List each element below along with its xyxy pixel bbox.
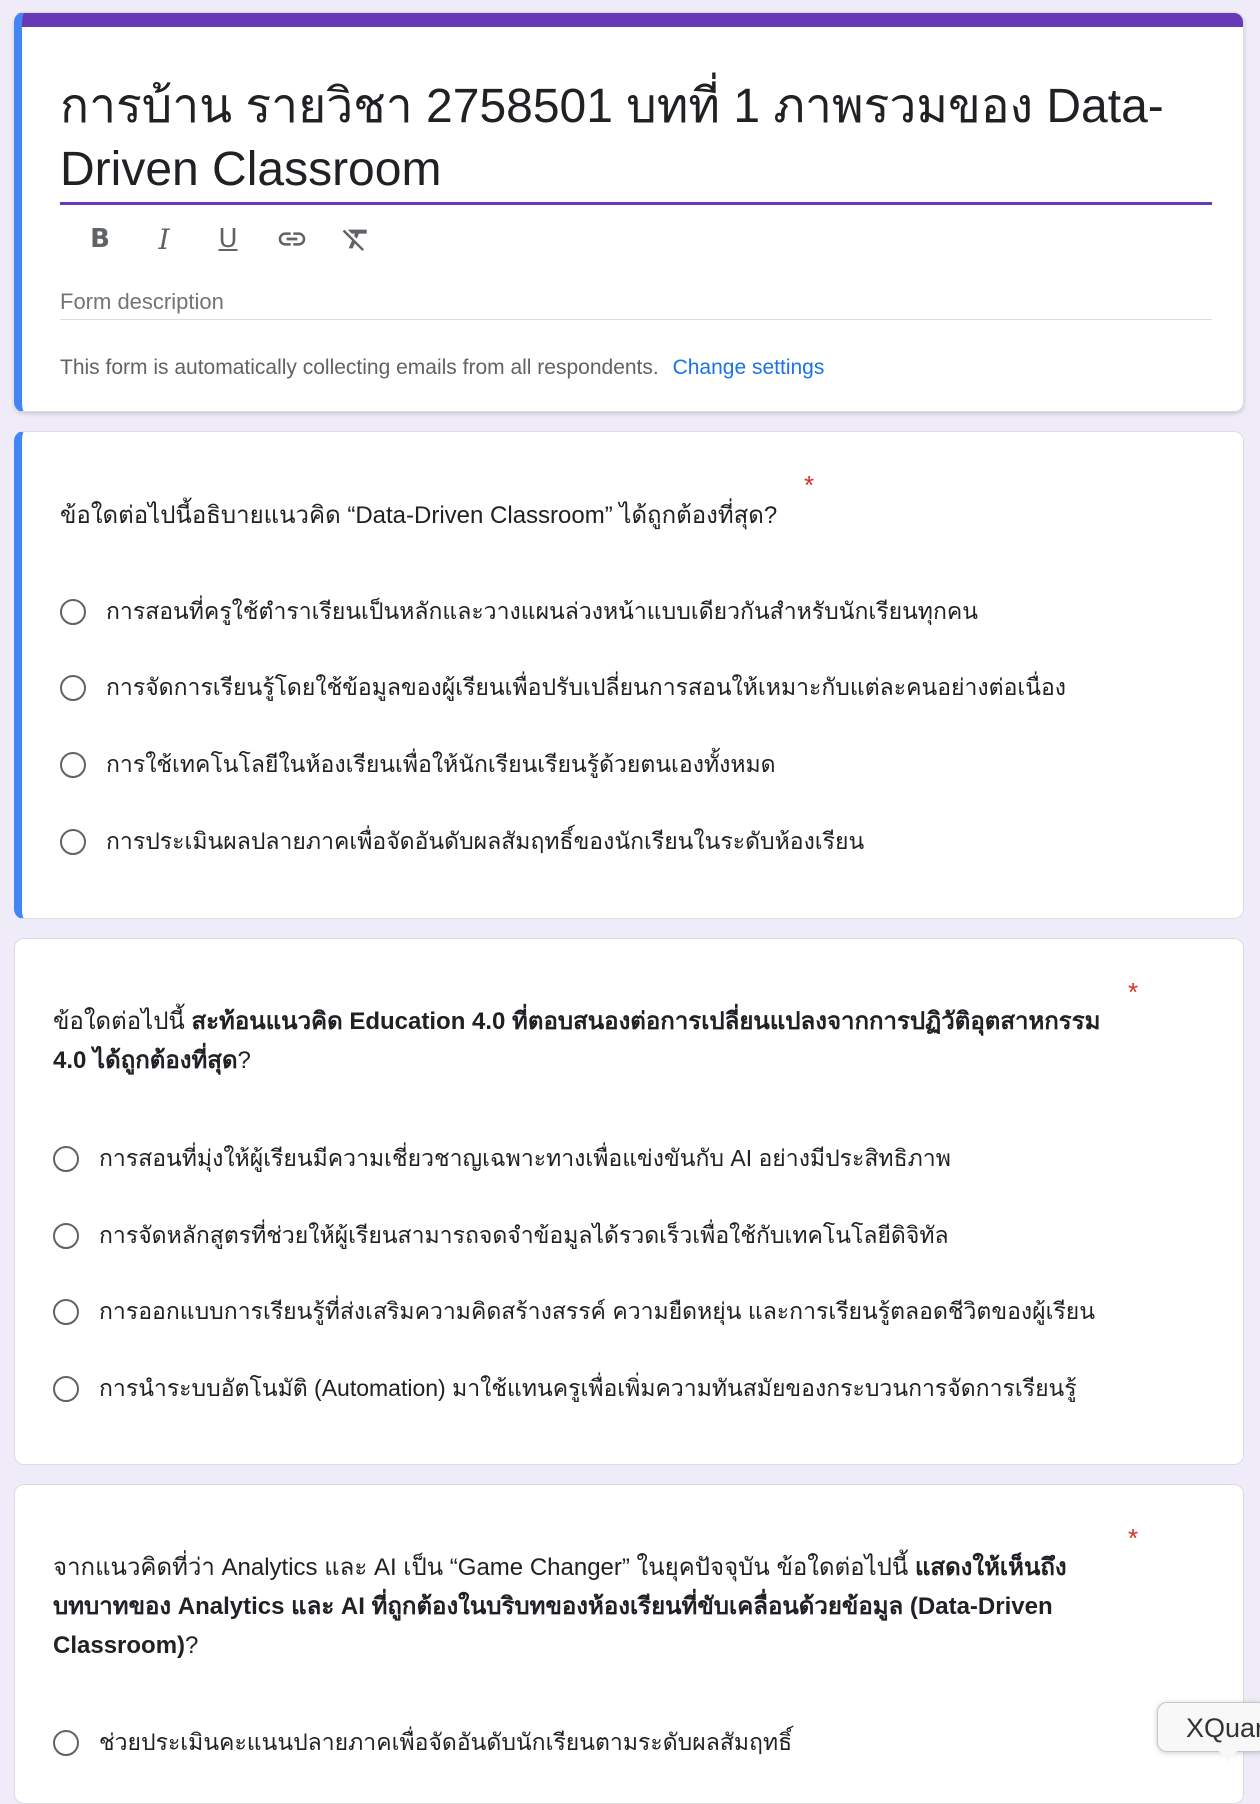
xquartz-tooltip: XQuartz — [1157, 1702, 1260, 1752]
underline-icon: U — [218, 224, 238, 254]
radio-button[interactable] — [53, 1299, 79, 1325]
email-collection-text: This form is automatically collecting em… — [60, 356, 659, 379]
radio-option[interactable]: การจัดหลักสูตรที่ช่วยให้ผู้เรียนสามารถจด… — [53, 1216, 949, 1256]
option-label: ช่วยประเมินคะแนนปลายภาคเพื่อจัดอันดับนัก… — [99, 1729, 793, 1755]
formatting-toolbar: B I U — [82, 217, 374, 261]
question-text-plain: จากแนวคิดที่ว่า Analytics และ AI เป็น “G… — [53, 1554, 915, 1581]
option-label: การสอนที่ครูใช้ตำราเรียนเป็นหลักและวางแผ… — [106, 598, 978, 624]
form-title[interactable]: การบ้าน รายวิชา 2758501 บทที่ 1 ภาพรวมขอ… — [60, 75, 1210, 201]
radio-button[interactable] — [53, 1730, 79, 1756]
required-asterisk: * — [1128, 1523, 1139, 1553]
option-label: การใช้เทคโนโลยีในห้องเรียนเพื่อให้นักเรี… — [106, 751, 776, 777]
radio-button[interactable] — [60, 752, 86, 778]
radio-button[interactable] — [53, 1223, 79, 1249]
radio-option[interactable]: การจัดการเรียนรู้โดยใช้ข้อมูลของผู้เรียน… — [60, 668, 1066, 708]
link-icon — [278, 232, 306, 246]
question-text-end: ? — [237, 1047, 251, 1074]
radio-option[interactable]: การสอนที่ครูใช้ตำราเรียนเป็นหลักและวางแผ… — [60, 592, 978, 632]
required-asterisk: * — [1128, 977, 1139, 1007]
clear-formatting-icon — [342, 229, 367, 251]
email-collection-note: This form is automatically collecting em… — [60, 356, 824, 380]
question-title[interactable]: ข้อใดต่อไปนี้อธิบายแนวคิด “Data-Driven C… — [60, 496, 1130, 535]
radio-option[interactable]: การนำระบบอัตโนมัติ (Automation) มาใช้แทน… — [53, 1369, 1077, 1409]
question-card-3[interactable]: * จากแนวคิดที่ว่า Analytics และ AI เป็น … — [14, 1484, 1244, 1804]
radio-option[interactable]: การใช้เทคโนโลยีในห้องเรียนเพื่อให้นักเรี… — [60, 745, 776, 785]
italic-icon: I — [158, 222, 170, 256]
bold-icon: B — [90, 224, 110, 254]
form-description-input[interactable]: Form description — [60, 289, 224, 315]
title-underline — [60, 202, 1212, 205]
tooltip-tail — [1218, 1750, 1238, 1762]
question-text-plain: ข้อใดต่อไปนี้ — [53, 1008, 192, 1035]
form-header-card[interactable]: การบ้าน รายวิชา 2758501 บทที่ 1 ภาพรวมขอ… — [14, 12, 1244, 412]
question-title[interactable]: จากแนวคิดที่ว่า Analytics และ AI เป็น “G… — [53, 1548, 1123, 1665]
option-label: การนำระบบอัตโนมัติ (Automation) มาใช้แทน… — [99, 1375, 1077, 1401]
radio-button[interactable] — [60, 675, 86, 701]
option-label: การประเมินผลปลายภาคเพื่อจัดอันดับผลสัมฤท… — [106, 828, 865, 854]
bold-button[interactable]: B — [82, 219, 118, 259]
clear-formatting-button[interactable] — [338, 219, 374, 259]
radio-button[interactable] — [60, 829, 86, 855]
option-label: การออกแบบการเรียนรู้ที่ส่งเสริมความคิดสร… — [99, 1298, 1096, 1324]
option-label: การจัดหลักสูตรที่ช่วยให้ผู้เรียนสามารถจด… — [99, 1222, 949, 1248]
change-settings-link[interactable]: Change settings — [673, 356, 825, 379]
option-label: การจัดการเรียนรู้โดยใช้ข้อมูลของผู้เรียน… — [106, 674, 1067, 700]
question-text-bold: สะท้อนแนวคิด Education 4.0 ที่ตอบสนองต่อ… — [53, 1008, 1101, 1074]
radio-button[interactable] — [53, 1146, 79, 1172]
radio-option[interactable]: ช่วยประเมินคะแนนปลายภาคเพื่อจัดอันดับนัก… — [53, 1723, 792, 1763]
description-underline — [60, 319, 1212, 320]
underline-button[interactable]: U — [210, 219, 246, 259]
radio-option[interactable]: การสอนที่มุ่งให้ผู้เรียนมีความเชี่ยวชาญเ… — [53, 1139, 951, 1179]
radio-option[interactable]: การประเมินผลปลายภาคเพื่อจัดอันดับผลสัมฤท… — [60, 822, 864, 862]
form-accent-bar — [22, 13, 1243, 27]
insert-link-button[interactable] — [274, 219, 310, 259]
radio-button[interactable] — [60, 599, 86, 625]
question-title[interactable]: ข้อใดต่อไปนี้ สะท้อนแนวคิด Education 4.0… — [53, 1002, 1123, 1080]
question-card-2[interactable]: * ข้อใดต่อไปนี้ สะท้อนแนวคิด Education 4… — [14, 938, 1244, 1465]
radio-button[interactable] — [53, 1376, 79, 1402]
question-card-1[interactable]: * ข้อใดต่อไปนี้อธิบายแนวคิด “Data-Driven… — [14, 431, 1244, 919]
italic-button[interactable]: I — [146, 219, 182, 259]
radio-option[interactable]: การออกแบบการเรียนรู้ที่ส่งเสริมความคิดสร… — [53, 1292, 1095, 1332]
option-label: การสอนที่มุ่งให้ผู้เรียนมีความเชี่ยวชาญเ… — [99, 1145, 951, 1171]
question-text-end: ? — [185, 1632, 199, 1659]
